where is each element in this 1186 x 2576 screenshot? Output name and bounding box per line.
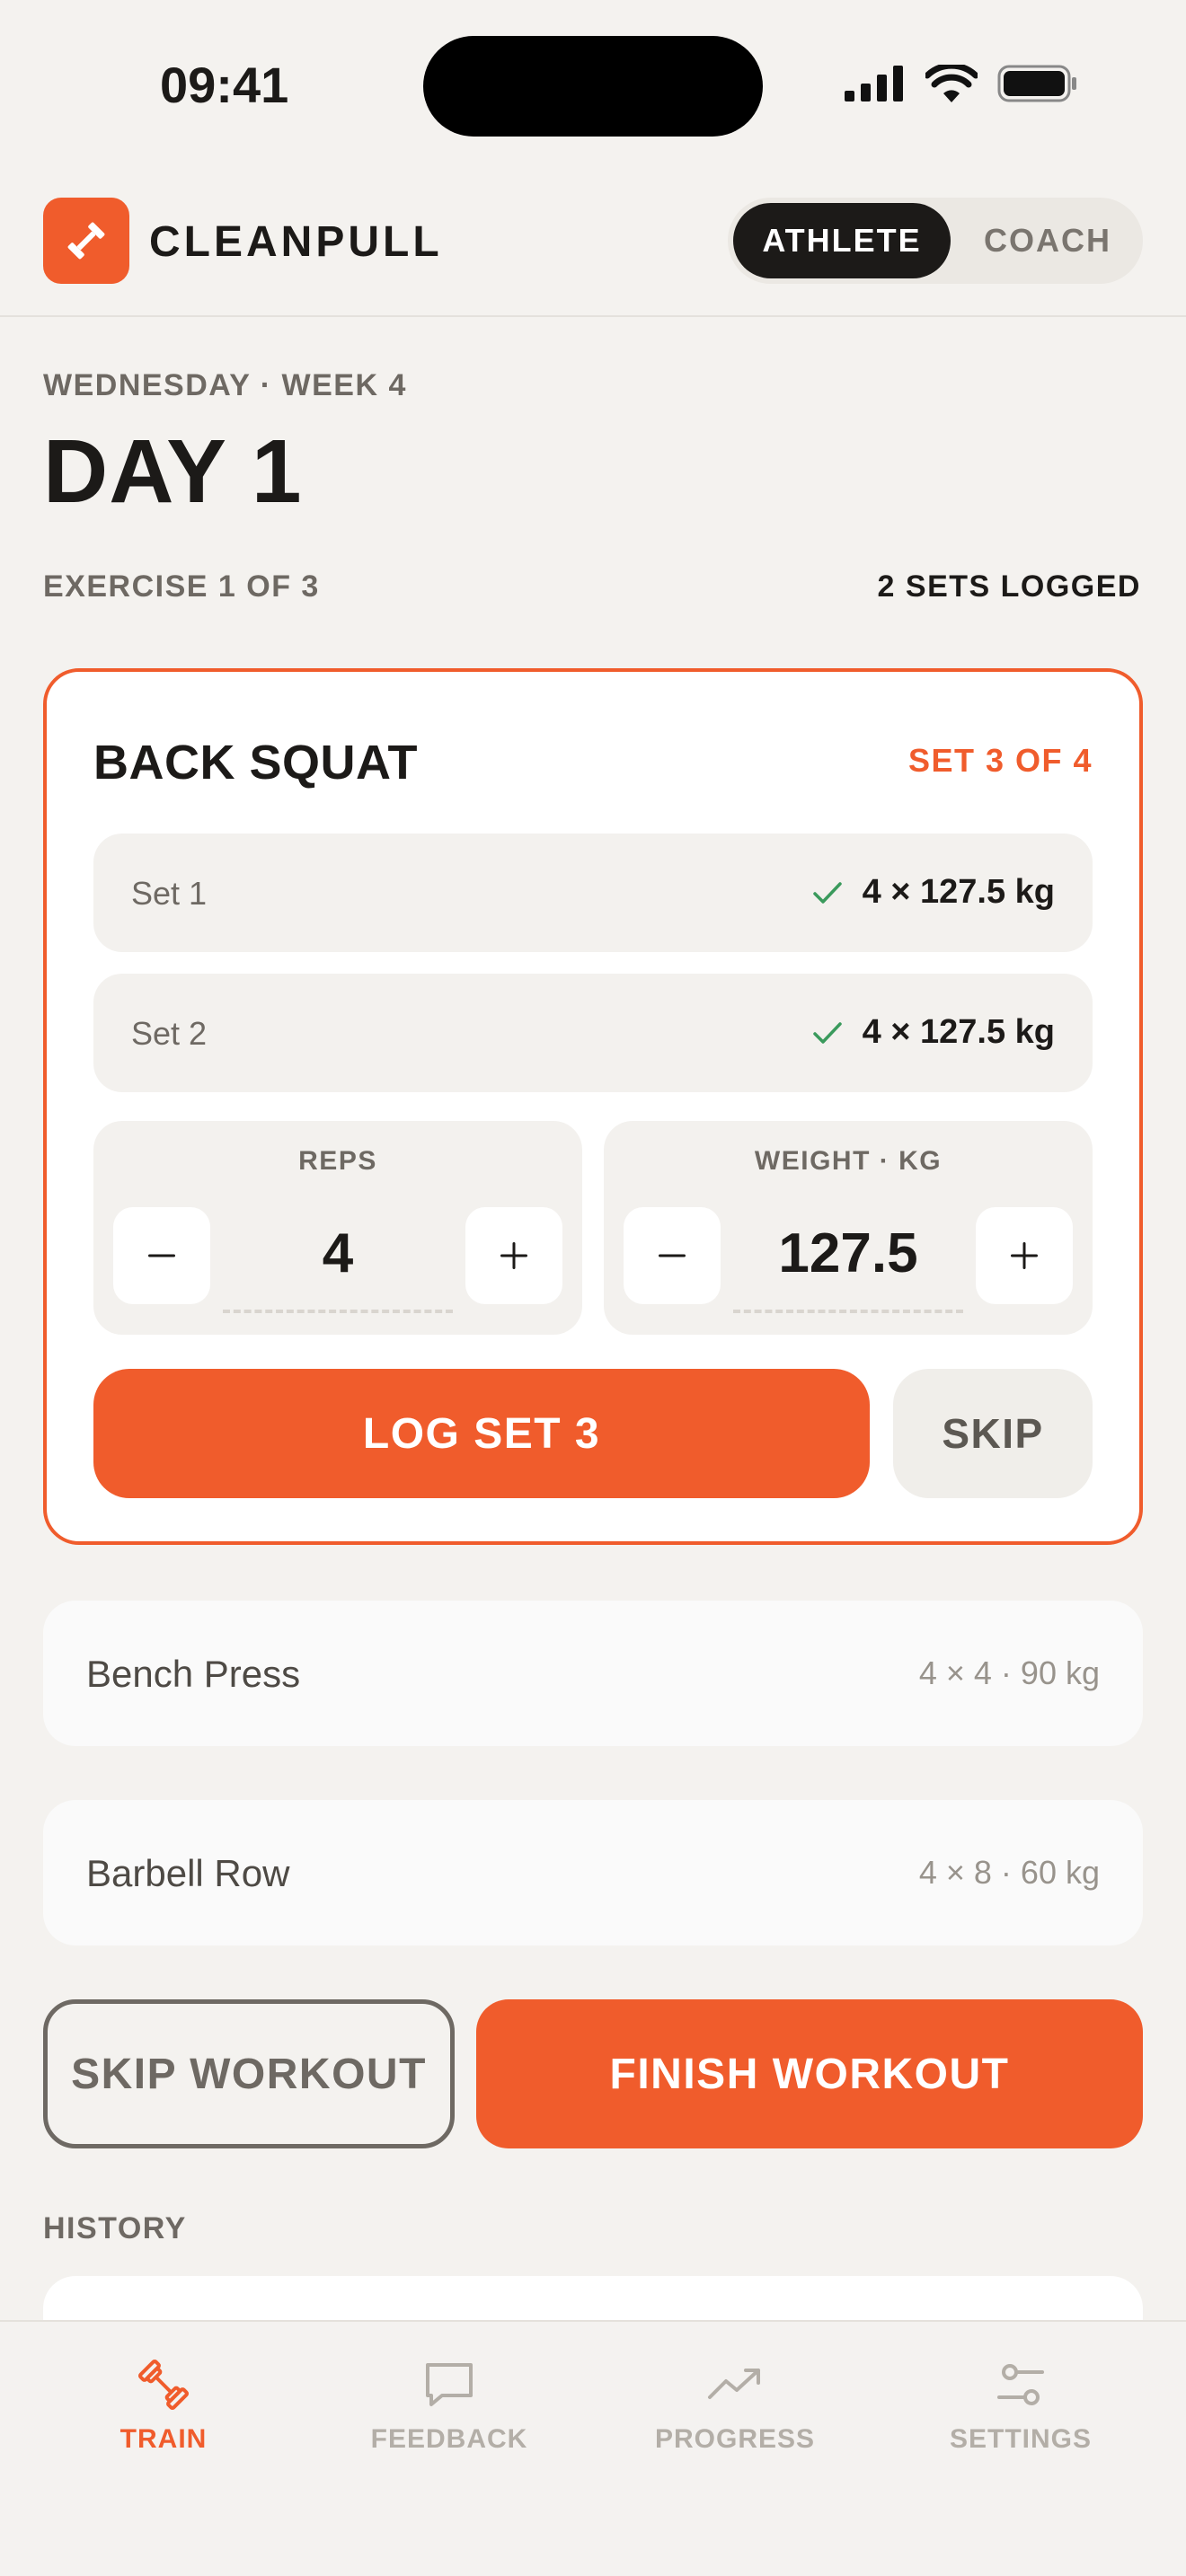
chat-bubble-icon [420,2356,478,2413]
skip-workout-button[interactable]: SKIP WORKOUT [43,1999,455,2148]
battery-icon [997,65,1076,102]
reps-decrement-button[interactable] [113,1207,210,1304]
sliders-icon [992,2356,1049,2413]
upcoming-exercise-name: Bench Press [86,1653,301,1695]
tab-train[interactable]: TRAIN [56,2356,271,2455]
bottom-tab-bar: TRAIN FEEDBACK PROGRESS SETTINGS [0,2320,1186,2576]
weight-decrement-button[interactable] [624,1207,721,1304]
dynamic-island [423,36,763,137]
tab-label: SETTINGS [949,2424,1092,2454]
checkmark-icon [812,1021,842,1044]
tab-label: PROGRESS [654,2424,816,2454]
tab-settings[interactable]: SETTINGS [913,2356,1128,2455]
tab-label: TRAIN [119,2424,208,2454]
wifi-icon [925,65,978,102]
minus-icon [659,1254,686,1257]
set-label: Set 1 [131,875,208,912]
log-set-button[interactable]: LOG SET 3 [93,1369,870,1498]
minus-icon [148,1254,175,1257]
reps-value[interactable]: 4 [219,1222,456,1285]
upcoming-exercise-name: Barbell Row [86,1852,290,1894]
upcoming-exercise-row[interactable]: Bench Press 4 × 4 · 90 kg [43,1601,1143,1746]
exercise-name: BACK SQUAT [93,736,418,790]
reps-label: REPS [298,1146,377,1176]
app-logo [43,198,129,284]
set-result-text: 4 × 127.5 kg [862,1013,1055,1051]
active-exercise-card: BACK SQUAT SET 3 OF 4 Set 1 4 × 127.5 kg… [43,668,1143,1545]
status-time: 09:41 [160,57,289,113]
weight-underline [733,1310,963,1313]
page-title: DAY 1 [43,421,303,522]
app-header: CLEANPULL ATHLETE COACH [0,171,1186,317]
reps-stepper: REPS 4 [93,1121,582,1335]
upcoming-exercise-detail: 4 × 4 · 90 kg [918,1654,1100,1691]
status-bar: 09:41 [0,0,1186,171]
set-result-text: 4 × 127.5 kg [862,873,1055,911]
tab-label: FEEDBACK [370,2424,528,2454]
weight-value[interactable]: 127.5 [730,1222,967,1285]
tab-feedback[interactable]: FEEDBACK [341,2356,557,2455]
upcoming-exercise-row[interactable]: Barbell Row 4 × 8 · 60 kg [43,1800,1143,1945]
exercise-progress: EXERCISE 1 OF 3 [43,569,320,604]
role-toggle: ATHLETE COACH [728,198,1143,284]
trend-up-icon [706,2356,764,2413]
skip-set-button[interactable]: SKIP [893,1369,1093,1498]
reps-underline [223,1310,453,1313]
dumbbell-icon [135,2356,192,2413]
plus-icon [1011,1242,1038,1269]
weight-label: WEIGHT · KG [754,1146,943,1176]
checkmark-icon [812,881,842,904]
upcoming-exercise-detail: 4 × 8 · 60 kg [918,1854,1100,1891]
set-counter: SET 3 OF 4 [907,742,1093,779]
weight-increment-button[interactable] [976,1207,1073,1304]
finish-workout-button[interactable]: FINISH WORKOUT [476,1999,1143,2148]
set-result: 4 × 127.5 kg [812,1013,1055,1052]
brand-name: CLEANPULL [149,218,443,266]
cellular-signal-icon [845,66,903,101]
tab-progress[interactable]: PROGRESS [627,2356,843,2455]
day-subtitle: WEDNESDAY · WEEK 4 [43,368,407,402]
set-label: Set 2 [131,1015,208,1052]
history-heading: HISTORY [43,2211,187,2245]
reps-increment-button[interactable] [465,1207,562,1304]
sets-logged-count: 2 SETS LOGGED [877,569,1141,604]
weight-stepper: WEIGHT · KG 127.5 [604,1121,1093,1335]
completed-set-row: Set 2 4 × 127.5 kg [93,974,1093,1092]
role-athlete-button[interactable]: ATHLETE [733,203,951,278]
dumbbell-logo-icon [67,222,105,260]
set-result: 4 × 127.5 kg [812,873,1055,912]
plus-icon [500,1242,527,1269]
status-icons [845,65,1078,102]
role-coach-button[interactable]: COACH [958,203,1137,278]
completed-set-row: Set 1 4 × 127.5 kg [93,834,1093,952]
